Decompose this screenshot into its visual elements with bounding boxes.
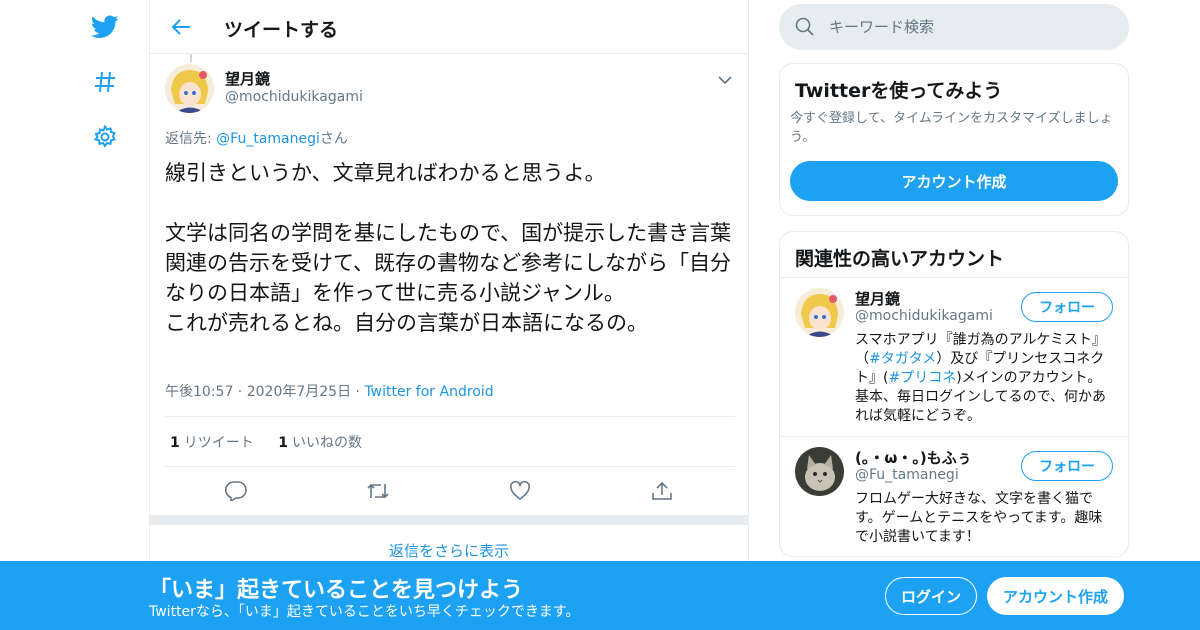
retweet-stat[interactable]: 1 リツイート: [170, 435, 254, 451]
account-name[interactable]: 望月鏡: [855, 288, 900, 309]
like-count: 1: [278, 435, 288, 451]
top-bar: ツイートする: [150, 0, 748, 54]
author-name[interactable]: 望月鏡: [225, 68, 270, 89]
retweet-count: 1: [170, 435, 180, 451]
account-name[interactable]: (。・ω・。)もふぅ: [855, 447, 972, 468]
account-handle[interactable]: @Fu_tamanegi: [855, 467, 959, 483]
create-account-button[interactable]: アカウント作成: [790, 161, 1118, 201]
banner-signup-button[interactable]: アカウント作成: [987, 577, 1124, 615]
tweet-column: ツイートする 望月鏡 @mochidukikagami 返信先: @Fu_tam…: [149, 0, 749, 630]
tweet-time[interactable]: 午後10:57: [165, 384, 233, 400]
related-title: 関連性の高いアカウント: [795, 248, 1005, 270]
reply-icon[interactable]: [224, 479, 248, 503]
divider: [165, 466, 735, 467]
search-icon: [795, 17, 815, 37]
divider: [780, 436, 1128, 437]
reply-mention-link[interactable]: @Fu_tamanegi: [216, 131, 320, 147]
chevron-down-icon[interactable]: [718, 70, 734, 85]
hashtag-link[interactable]: #プリコネ: [888, 370, 956, 386]
author-handle[interactable]: @mochidukikagami: [225, 89, 363, 105]
hashtag-link[interactable]: #タガタメ: [869, 351, 936, 367]
settings-gear-icon[interactable]: [90, 122, 120, 152]
account-avatar[interactable]: [795, 447, 844, 496]
search-box[interactable]: [779, 4, 1129, 50]
reply-prefix: 返信先:: [165, 131, 217, 147]
related-accounts-card: 関連性の高いアカウント 望月鏡 @mochidukikagami フォロー スマ…: [779, 231, 1129, 557]
reply-suffix: さん: [319, 131, 348, 147]
signup-card: Twitterを使ってみよう 今すぐ登録して、タイムラインをカスタマイズしましょ…: [779, 63, 1129, 216]
signup-card-text: 今すぐ登録して、タイムラインをカスタマイズしましょう。: [790, 111, 1113, 145]
section-separator: [150, 515, 748, 525]
retweet-label: リツイート: [183, 435, 254, 451]
signup-banner: 「いま」起きていることを見つけよう Twitterなら、「いま」起きていることを…: [0, 561, 1200, 630]
page: ツイートする 望月鏡 @mochidukikagami 返信先: @Fu_tam…: [0, 0, 1200, 630]
show-more-replies-link[interactable]: 返信をさらに表示: [150, 540, 748, 561]
login-button[interactable]: ログイン: [885, 577, 977, 615]
like-label: いいねの数: [291, 435, 362, 451]
share-icon[interactable]: [650, 479, 674, 503]
tweet-date[interactable]: 2020年7月25日: [247, 384, 351, 400]
account-handle[interactable]: @mochidukikagami: [855, 308, 993, 324]
tweet-text: 線引きというか、文章見ればわかると思うよ。 文学は同名の学問を基にしたもので、国…: [165, 161, 732, 335]
left-nav: [70, 0, 140, 560]
twitter-logo-icon[interactable]: [90, 12, 120, 42]
account-bio: フロムゲー大好きな、文字を書く猫です。ゲームとテニスをやってます。趣味で小説書い…: [855, 491, 1103, 545]
tweet-timestamp: 午後10:57 · 2020年7月25日 · Twitter for Andro…: [165, 384, 494, 400]
retweet-icon[interactable]: [366, 479, 390, 503]
author-avatar[interactable]: [165, 64, 214, 113]
reply-context: 返信先: @Fu_tamanegiさん: [165, 128, 348, 148]
tweet-stats: 1 リツイート 1 いいねの数: [170, 432, 382, 452]
page-title: ツイートする: [224, 19, 339, 41]
signup-card-title: Twitterを使ってみよう: [795, 80, 1003, 102]
account-avatar[interactable]: [795, 288, 844, 337]
tweet-source-link[interactable]: Twitter for Android: [364, 384, 493, 400]
account-bio: スマホアプリ『誰ガ為のアルケミスト』（#タガタメ）及び『プリンセスコネクト』(#…: [855, 331, 1115, 426]
back-arrow-icon[interactable]: [168, 14, 194, 40]
like-heart-icon[interactable]: [508, 479, 532, 503]
divider: [780, 277, 1128, 278]
banner-subtext: Twitterなら、「いま」起きていることをいち早くチェックできます。: [149, 604, 580, 620]
hashtag-explore-icon[interactable]: [90, 67, 120, 97]
like-stat[interactable]: 1 いいねの数: [278, 435, 362, 451]
search-input[interactable]: [829, 14, 1109, 40]
follow-button[interactable]: フォロー: [1021, 292, 1113, 322]
divider: [165, 416, 735, 417]
banner-headline: 「いま」起きていることを見つけよう: [149, 578, 524, 603]
thread-connector: [190, 54, 192, 62]
follow-button[interactable]: フォロー: [1021, 451, 1113, 481]
